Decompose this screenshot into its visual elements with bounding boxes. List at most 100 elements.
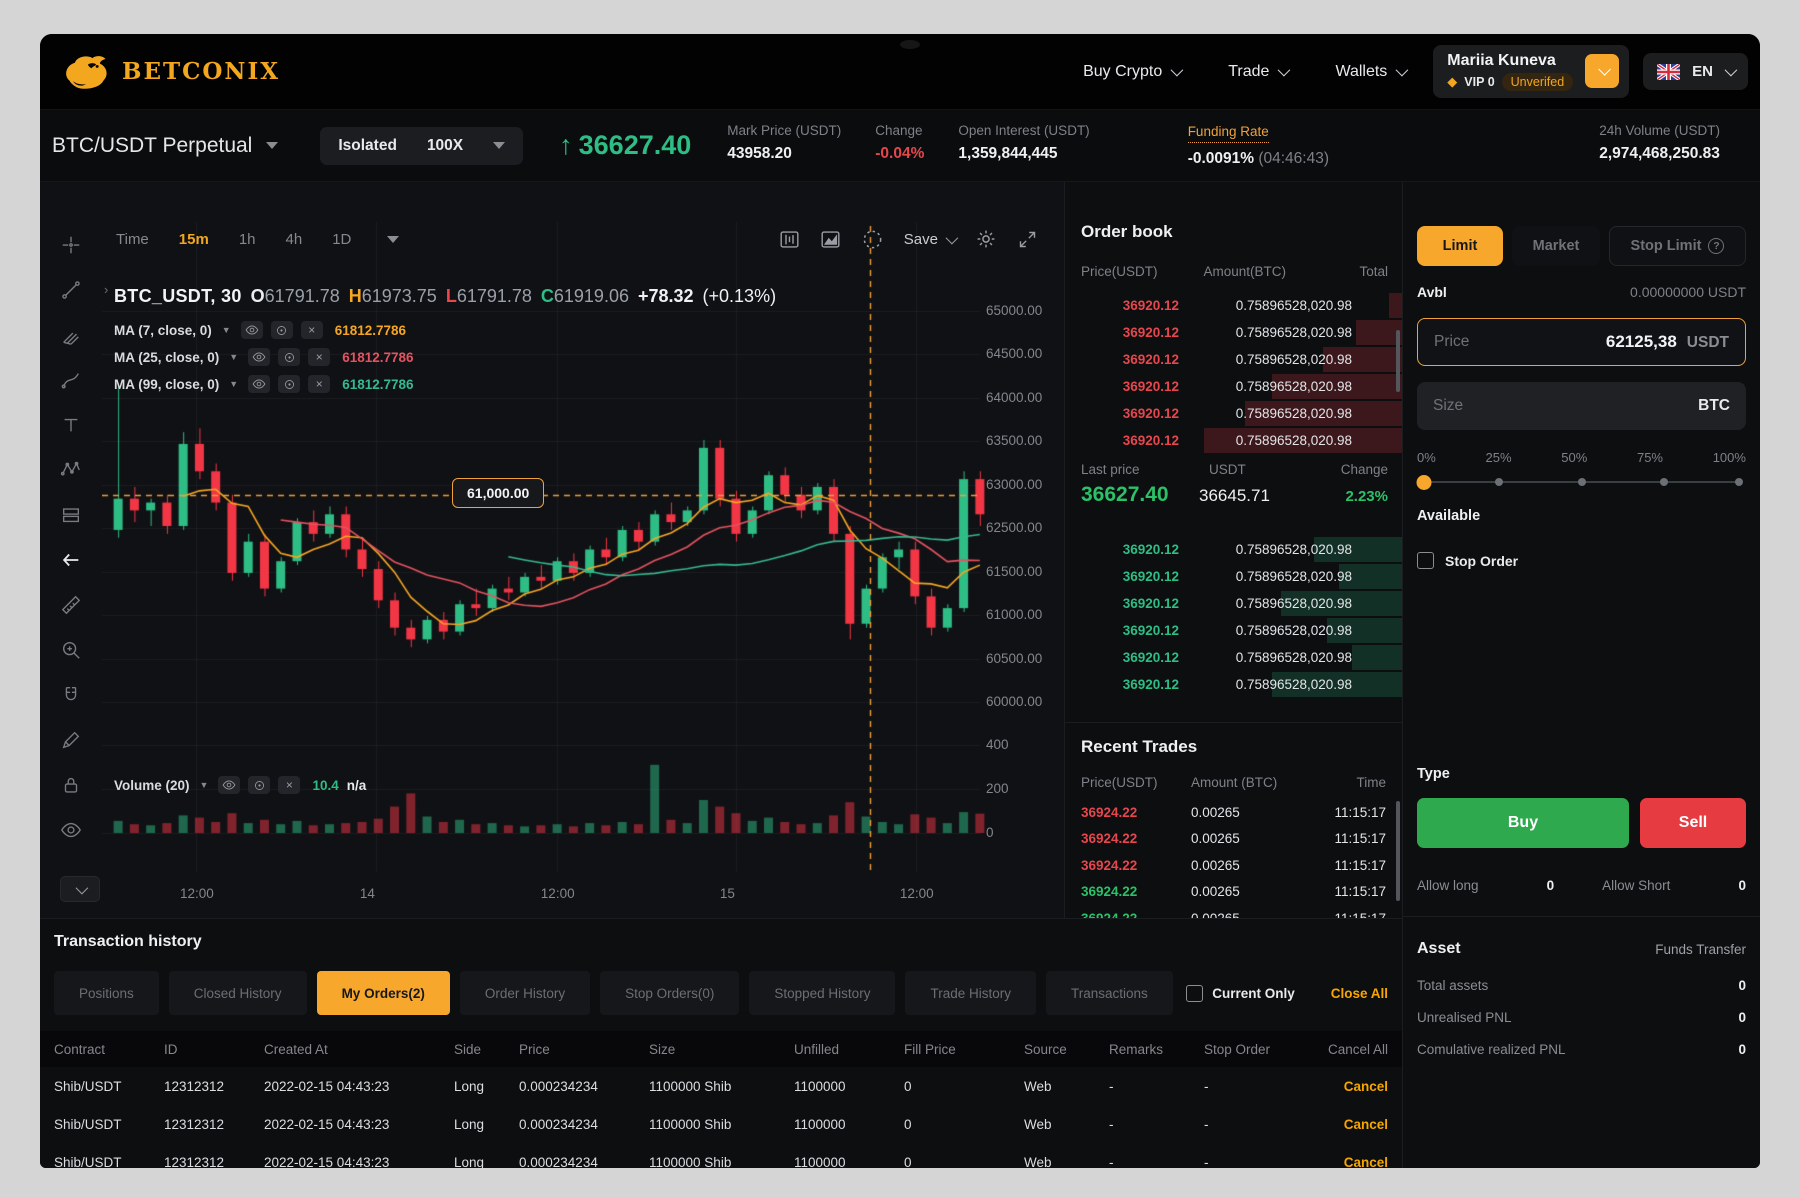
brush-icon[interactable] xyxy=(54,365,88,395)
current-only-checkbox[interactable] xyxy=(1186,985,1203,1002)
settings-gear-icon[interactable] xyxy=(975,228,997,250)
pencil-icon[interactable] xyxy=(54,725,88,755)
slider-track[interactable] xyxy=(1417,475,1746,489)
bid-row[interactable]: 36920.120.75896528,020.98 xyxy=(1065,563,1402,590)
close-icon[interactable]: × xyxy=(308,375,330,393)
ask-row[interactable]: 36920.120.75896528,020.98 xyxy=(1065,400,1402,427)
margin-leverage-selector[interactable]: Isolated 100X xyxy=(320,127,523,165)
magnet-icon[interactable] xyxy=(54,680,88,710)
tx-tab-stopped-history[interactable]: Stopped History xyxy=(749,971,895,1015)
current-only-toggle[interactable]: Current Only xyxy=(1186,985,1295,1002)
text-icon[interactable] xyxy=(54,410,88,440)
ask-row[interactable]: 36920.120.75896528,020.98 xyxy=(1065,346,1402,373)
interval-1h[interactable]: 1h xyxy=(239,231,256,248)
settings-target-icon[interactable] xyxy=(248,776,270,794)
settings-target-icon[interactable] xyxy=(271,321,293,339)
slider-handle[interactable] xyxy=(1417,475,1432,490)
bid-row[interactable]: 36920.120.75896528,020.98 xyxy=(1065,644,1402,671)
bid-row[interactable]: 36920.120.75896528,020.98 xyxy=(1065,536,1402,563)
source-cell: Web xyxy=(1024,1117,1109,1132)
eye-icon[interactable] xyxy=(248,375,270,393)
chevron-down-icon[interactable]: ▼ xyxy=(229,379,238,389)
pitchfork-icon[interactable] xyxy=(54,320,88,350)
close-icon[interactable]: × xyxy=(278,776,300,794)
cancel-button[interactable]: Cancel xyxy=(1299,1079,1388,1094)
trendline-icon[interactable] xyxy=(54,275,88,305)
chevron-right-icon[interactable]: › xyxy=(104,282,108,297)
tab-stop-limit[interactable]: Stop Limit? xyxy=(1609,226,1746,266)
chevron-down-icon[interactable] xyxy=(387,236,399,243)
tx-tab-transactions[interactable]: Transactions xyxy=(1046,971,1173,1015)
close-icon[interactable]: × xyxy=(308,348,330,366)
ask-row[interactable]: 36920.120.75896528,020.98 xyxy=(1065,319,1402,346)
ask-row[interactable]: 36920.120.75896528,020.98 xyxy=(1065,427,1402,454)
zoom-in-icon[interactable] xyxy=(54,635,88,665)
bid-row[interactable]: 36920.120.75896528,020.98 xyxy=(1065,590,1402,617)
tx-tab-order-history[interactable]: Order History xyxy=(460,971,590,1015)
price-line-tag[interactable]: 61,000.00 xyxy=(452,478,544,508)
tab-limit[interactable]: Limit xyxy=(1417,226,1503,266)
chevron-down-icon[interactable]: ▼ xyxy=(200,780,209,790)
funds-transfer-link[interactable]: Funds Transfer xyxy=(1655,942,1746,957)
betconix-logo[interactable]: BETCONIX xyxy=(60,53,280,91)
slider-tick[interactable] xyxy=(1660,478,1668,486)
pair-selector[interactable]: BTC/USDT Perpetual xyxy=(52,134,278,158)
ask-row[interactable]: 36920.120.75896528,020.98 xyxy=(1065,292,1402,319)
close-icon[interactable]: × xyxy=(301,321,323,339)
chevron-down-icon[interactable]: ▼ xyxy=(229,352,238,362)
save-button[interactable]: Save xyxy=(904,231,955,248)
cancel-button[interactable]: Cancel xyxy=(1299,1155,1388,1169)
menu-item-trade[interactable]: Trade xyxy=(1228,63,1287,81)
tx-tab-closed-history[interactable]: Closed History xyxy=(169,971,307,1015)
interval-time[interactable]: Time xyxy=(116,231,149,248)
tx-tab-stop-orders-0-[interactable]: Stop Orders(0) xyxy=(600,971,739,1015)
interval-15m[interactable]: 15m xyxy=(179,231,209,248)
ask-row[interactable]: 36920.120.75896528,020.98 xyxy=(1065,373,1402,400)
cancel-button[interactable]: Cancel xyxy=(1299,1117,1388,1132)
stop-order-checkbox[interactable] xyxy=(1417,552,1434,569)
xabcd-pattern-icon[interactable] xyxy=(54,455,88,485)
eye-icon[interactable] xyxy=(248,348,270,366)
bid-row[interactable]: 36920.120.75896528,020.98 xyxy=(1065,671,1402,698)
stat-label[interactable]: Funding Rate xyxy=(1188,124,1269,143)
menu-item-buy-crypto[interactable]: Buy Crypto xyxy=(1083,63,1180,81)
user-dropdown-button[interactable] xyxy=(1585,54,1619,88)
chart-plot[interactable]: › BTC_USDT, 30O61791.78H61973.75L61791.7… xyxy=(102,182,1064,918)
price-input[interactable]: Price 62125,38 USDT xyxy=(1417,318,1746,366)
chevron-down-icon[interactable]: ▼ xyxy=(222,325,231,335)
sell-button[interactable]: Sell xyxy=(1640,798,1746,848)
indicators-icon[interactable] xyxy=(779,229,800,250)
arrow-left-icon[interactable] xyxy=(54,545,88,575)
interval-4h[interactable]: 4h xyxy=(286,231,303,248)
scrollbar-thumb[interactable] xyxy=(1396,330,1400,392)
settings-target-icon[interactable] xyxy=(278,348,300,366)
close-all-button[interactable]: Close All xyxy=(1331,986,1388,1001)
amount-slider[interactable]: 0%25%50%75%100% xyxy=(1403,450,1760,489)
tx-tab-positions[interactable]: Positions xyxy=(54,971,159,1015)
eye-icon[interactable] xyxy=(241,321,263,339)
lock-icon[interactable] xyxy=(54,770,88,800)
ruler-icon[interactable] xyxy=(54,590,88,620)
tx-tab-my-orders-2-[interactable]: My Orders(2) xyxy=(317,971,450,1015)
tx-tab-trade-history[interactable]: Trade History xyxy=(905,971,1036,1015)
chart-style-icon[interactable] xyxy=(820,229,841,250)
slider-tick[interactable] xyxy=(1578,478,1586,486)
language-selector[interactable]: EN xyxy=(1643,53,1748,90)
cloud-icon[interactable] xyxy=(861,228,884,251)
toolbar-collapse-button[interactable] xyxy=(60,876,100,902)
tab-market[interactable]: Market xyxy=(1512,226,1600,266)
slider-tick[interactable] xyxy=(1495,478,1503,486)
fullscreen-icon[interactable] xyxy=(1017,229,1038,250)
user-card[interactable]: Mariia Kuneva ◆ VIP 0 Unverifed xyxy=(1433,45,1629,97)
interval-1d[interactable]: 1D xyxy=(332,231,351,248)
buy-button[interactable]: Buy xyxy=(1417,798,1629,848)
bid-row[interactable]: 36920.120.75896528,020.98 xyxy=(1065,617,1402,644)
settings-target-icon[interactable] xyxy=(278,375,300,393)
slider-tick[interactable] xyxy=(1735,478,1743,486)
eye-icon[interactable] xyxy=(54,815,88,845)
long-position-icon[interactable] xyxy=(54,500,88,530)
eye-icon[interactable] xyxy=(218,776,240,794)
menu-item-wallets[interactable]: Wallets xyxy=(1335,63,1405,81)
size-input[interactable]: Size BTC xyxy=(1417,382,1746,430)
scrollbar-thumb[interactable] xyxy=(1396,801,1400,901)
